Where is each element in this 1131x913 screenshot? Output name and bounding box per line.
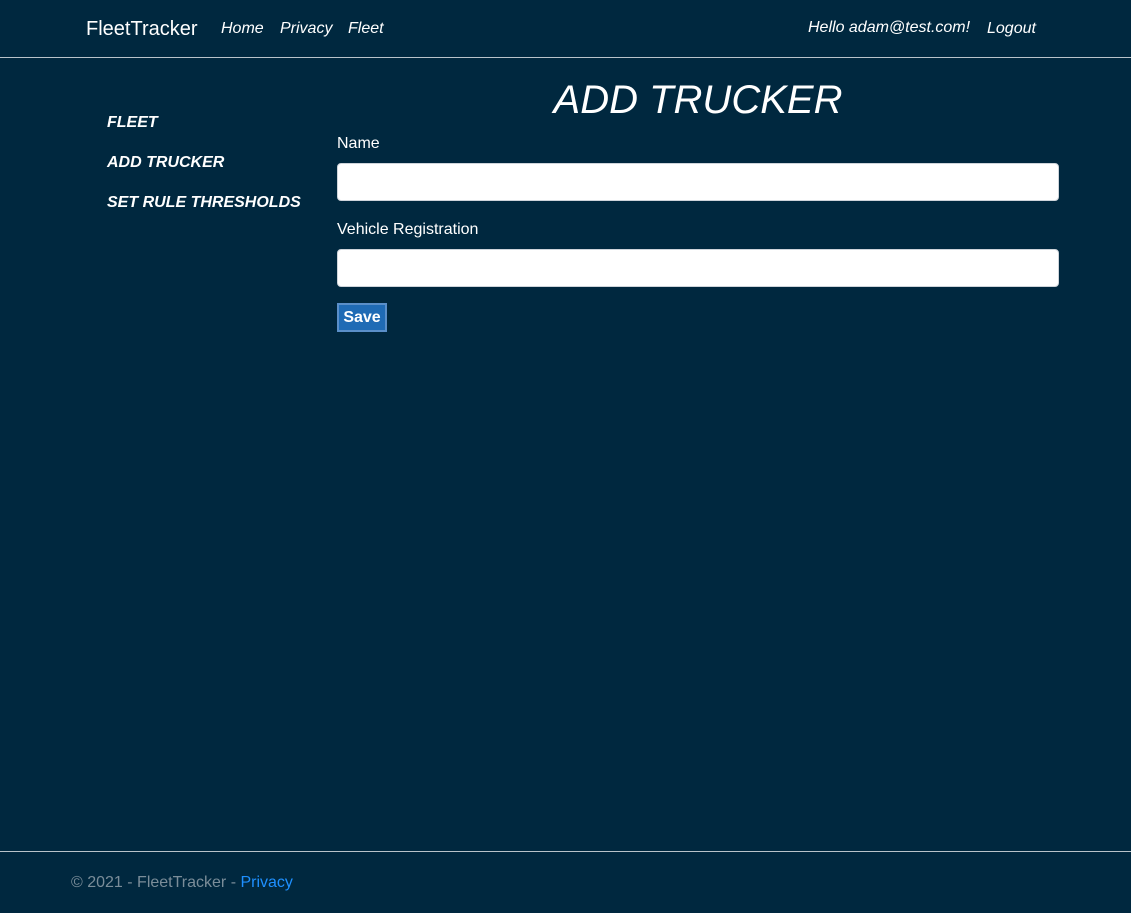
vehicle-registration-input[interactable] [337, 249, 1059, 287]
footer-privacy-link[interactable]: Privacy [240, 874, 292, 891]
logout-link[interactable]: Logout [987, 20, 1036, 38]
sidebar-item-add-trucker[interactable]: ADD TRUCKER [107, 153, 224, 173]
name-input[interactable] [337, 163, 1059, 201]
vehicle-registration-label: Vehicle Registration [337, 221, 479, 238]
save-button[interactable]: Save [337, 303, 387, 332]
footer-copyright: © 2021 - FleetTracker - [71, 874, 241, 891]
nav-fleet-link[interactable]: Fleet [348, 20, 384, 38]
sidebar-item-fleet[interactable]: FLEET [107, 113, 158, 133]
brand-link[interactable]: FleetTracker [86, 17, 198, 41]
user-greeting: Hello adam@test.com! [808, 19, 971, 36]
nav-home-link[interactable]: Home [221, 20, 264, 38]
sidebar-item-set-rule-thresholds[interactable]: SET RULE THRESHOLDS [107, 193, 301, 213]
name-label: Name [337, 135, 380, 152]
page-title: ADD TRUCKER [553, 78, 843, 122]
top-navbar: FleetTracker Home Privacy Fleet Hello ad… [0, 0, 1131, 58]
nav-privacy-link[interactable]: Privacy [280, 20, 332, 38]
footer-divider [0, 851, 1131, 852]
footer: © 2021 - FleetTracker - Privacy [71, 874, 293, 892]
